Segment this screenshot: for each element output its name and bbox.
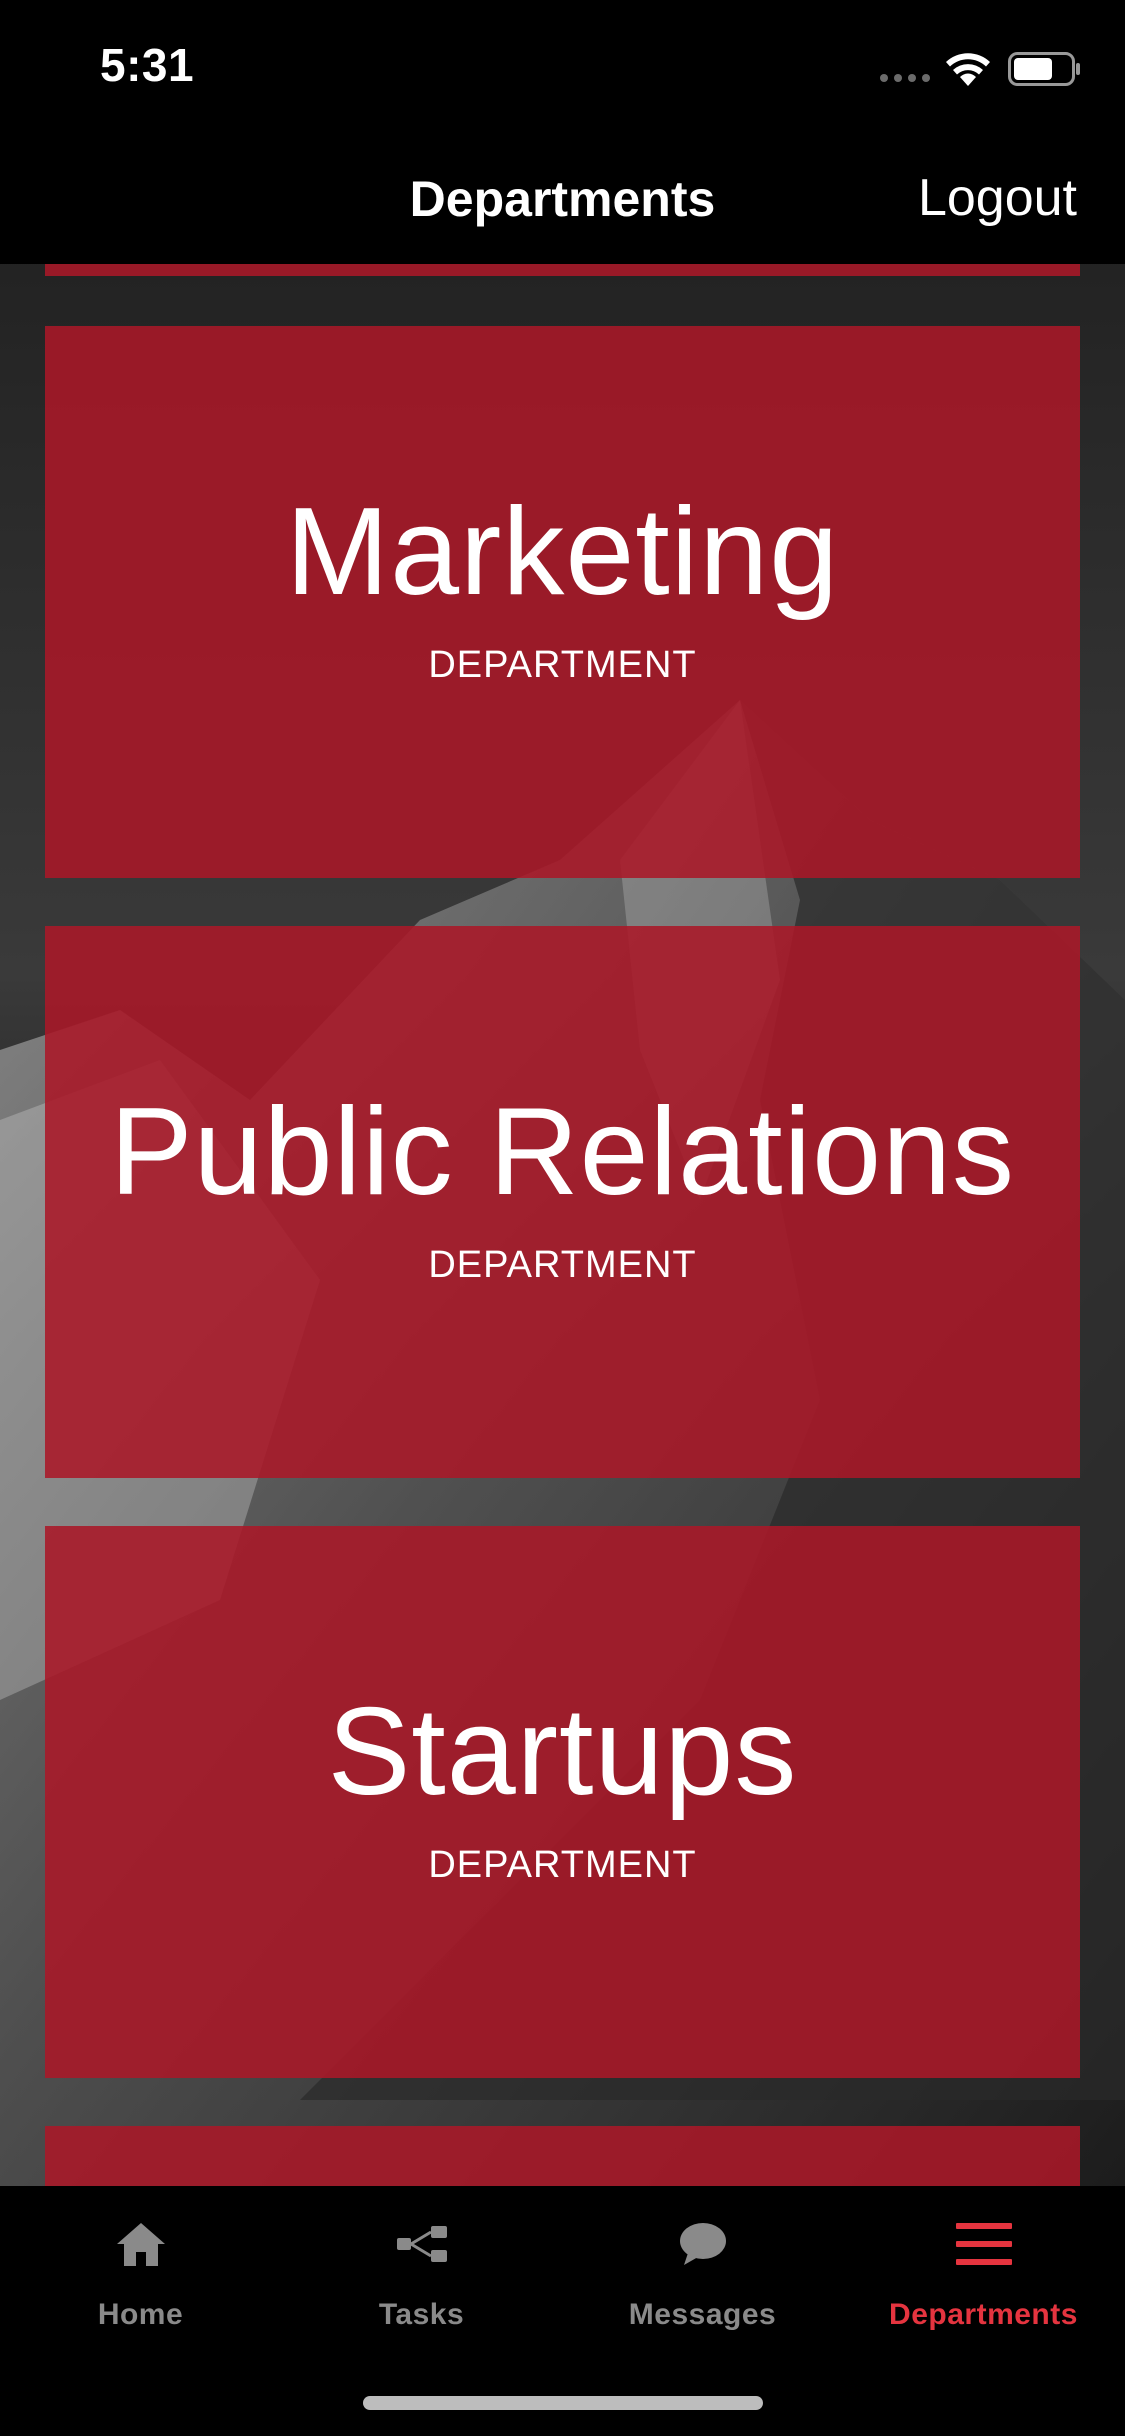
home-icon [111,2214,171,2274]
department-card-startups[interactable]: Startups DEPARTMENT [45,1526,1080,2078]
tab-home[interactable]: Home [0,2214,281,2364]
department-name: Public Relations [109,1083,1016,1222]
tab-tasks[interactable]: Tasks [281,2214,562,2364]
wifi-icon [946,53,990,86]
departments-screen: 5:31 Departments Logout Marketing DEPART… [0,0,1125,2436]
status-bar: 5:31 [0,0,1125,132]
battery-icon [1008,52,1080,86]
department-card-public-relations[interactable]: Public Relations DEPARTMENT [45,926,1080,1478]
department-name: Marketing [285,483,840,622]
department-subtitle: DEPARTMENT [428,1243,697,1286]
departments-list[interactable]: Marketing DEPARTMENT Public Relations DE… [0,264,1125,2186]
tab-label: Departments [889,2298,1078,2331]
home-indicator[interactable] [363,2396,763,2410]
department-card-partial-bottom[interactable] [45,2126,1080,2186]
department-name: Startups [327,1683,798,1822]
tab-departments[interactable]: Departments [843,2214,1124,2364]
cellular-signal-icon [880,74,930,82]
navigation-bar: Departments Logout [0,132,1125,264]
department-subtitle: DEPARTMENT [428,643,697,686]
share-nodes-icon [392,2214,452,2274]
tab-label: Tasks [378,2298,465,2331]
department-card-marketing[interactable]: Marketing DEPARTMENT [45,326,1080,878]
logout-button[interactable]: Logout [918,168,1077,228]
department-subtitle: DEPARTMENT [428,1843,697,1886]
tab-label: Messages [628,2298,777,2331]
status-time: 5:31 [100,39,195,91]
tab-label: Home [97,2298,184,2331]
chat-bubble-icon [673,2214,733,2274]
department-card-partial-top[interactable] [45,264,1080,276]
tab-messages[interactable]: Messages [562,2214,843,2364]
hamburger-menu-icon [954,2214,1014,2274]
